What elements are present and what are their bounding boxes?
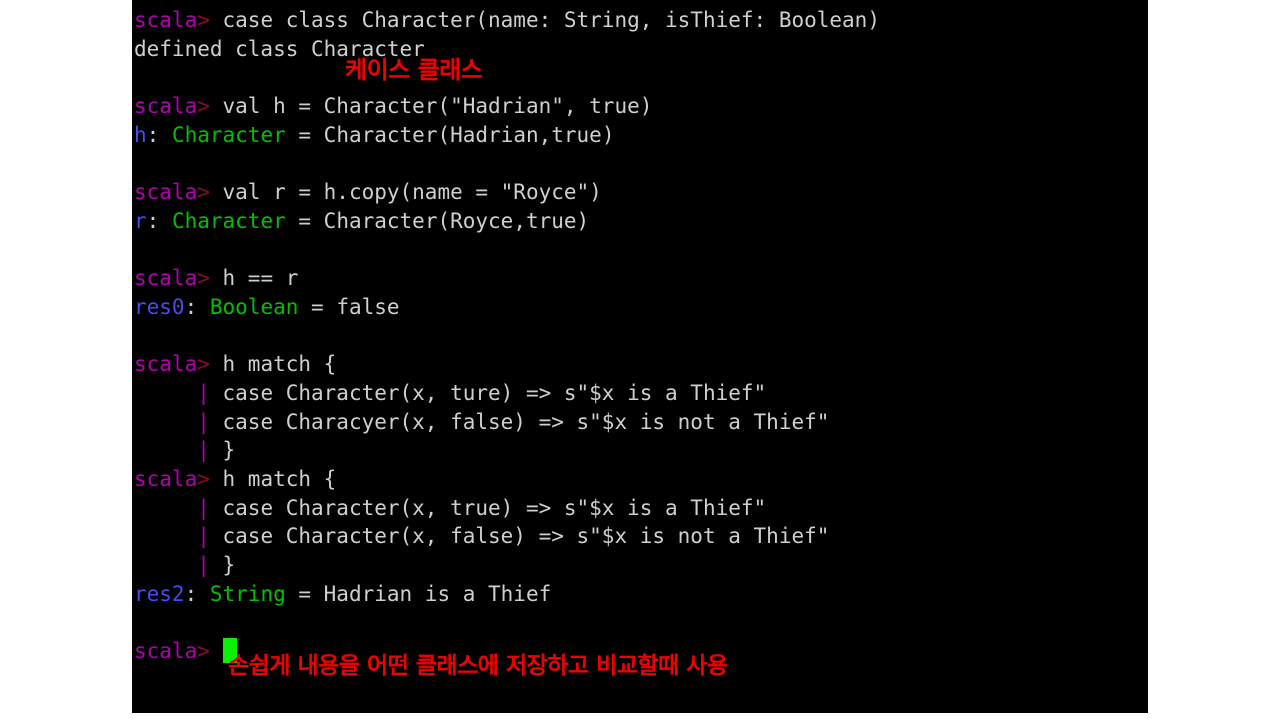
result-type: Boolean xyxy=(209,294,299,319)
terminal-line xyxy=(134,236,1144,265)
continuation-text: } xyxy=(209,553,236,578)
prompt-label: scala xyxy=(134,467,198,491)
prompt-arrow-icon: > xyxy=(197,266,210,291)
result-type: Character xyxy=(171,122,286,147)
terminal-line: | case Characyer(x, false) => s"$x is no… xyxy=(134,408,1144,437)
continuation-indent xyxy=(134,381,197,405)
result-colon: : xyxy=(184,581,210,606)
continuation-text: case Character(x, true) => s"$x is a Thi… xyxy=(209,495,767,520)
prompt-label: scala xyxy=(134,94,198,119)
continuation-pipe: | xyxy=(197,524,210,549)
continuation-pipe: | xyxy=(197,495,210,520)
terminal-line: scala> h match { xyxy=(134,465,1144,494)
continuation-indent xyxy=(134,496,197,520)
terminal-line: | case Character(x, true) => s"$x is a T… xyxy=(134,494,1144,523)
terminal-line: scala> h match { xyxy=(134,350,1144,379)
result-value: = Character(Royce,true) xyxy=(285,208,590,233)
continuation-text: case Characyer(x, false) => s"$x is not … xyxy=(209,409,830,434)
command-text: val h = Character("Hadrian", true) xyxy=(209,94,653,119)
prompt-label: scala xyxy=(134,639,198,664)
prompt-arrow-icon: > xyxy=(197,352,210,377)
continuation-pipe: | xyxy=(197,438,210,463)
prompt-arrow-icon: > xyxy=(197,467,210,491)
continuation-pipe: | xyxy=(197,553,210,578)
continuation-text: } xyxy=(209,438,236,463)
prompt-label: scala xyxy=(134,8,198,32)
prompt-label: scala xyxy=(134,266,198,291)
terminal-line: | case Character(x, ture) => s"$x is a T… xyxy=(134,379,1144,408)
terminal-line xyxy=(134,608,1144,637)
prompt-label: scala xyxy=(134,352,198,377)
result-colon: : xyxy=(146,208,172,233)
terminal-line: scala> h == r xyxy=(134,264,1144,293)
continuation-pipe: | xyxy=(197,380,210,405)
command-text: case class Character(name: String, isThi… xyxy=(209,8,880,32)
terminal-line: r: Character = Character(Royce,true) xyxy=(134,207,1144,236)
result-type: String xyxy=(209,581,286,606)
terminal-line: res2: String = Hadrian is a Thief xyxy=(134,580,1144,609)
result-colon: : xyxy=(184,294,210,319)
terminal-line: defined class Character xyxy=(134,35,1144,64)
terminal-line: scala> case class Character(name: String… xyxy=(134,6,1144,35)
result-colon: : xyxy=(146,122,172,147)
continuation-pipe: | xyxy=(197,409,210,434)
command-text: val r = h.copy(name = "Royce") xyxy=(209,180,602,205)
terminal-line: res0: Boolean = false xyxy=(134,293,1144,322)
command-text: h == r xyxy=(209,266,299,291)
terminal-line xyxy=(134,63,1144,92)
result-identifier: res2 xyxy=(134,581,185,606)
prompt-arrow-icon: > xyxy=(197,8,210,32)
prompt-arrow-icon: > xyxy=(197,94,210,119)
result-identifier: r xyxy=(134,208,147,233)
result-value: = Character(Hadrian,true) xyxy=(285,122,615,147)
screen-root: scala> case class Character(name: String… xyxy=(0,0,1280,720)
annotation-case-class: 케이스 클래스 xyxy=(345,56,483,84)
result-value: = false xyxy=(298,294,400,319)
command-text: h match { xyxy=(209,352,337,377)
terminal-line: | } xyxy=(134,436,1144,465)
prompt-label: scala xyxy=(134,180,198,205)
prompt-arrow-icon: > xyxy=(197,639,210,664)
result-type: Character xyxy=(171,208,286,233)
terminal-line: | } xyxy=(134,551,1144,580)
command-text xyxy=(210,639,223,663)
prompt-arrow-icon: > xyxy=(197,180,210,205)
scala-repl-terminal[interactable]: scala> case class Character(name: String… xyxy=(132,0,1148,713)
result-identifier: h xyxy=(134,122,147,147)
terminal-line: scala> val h = Character("Hadrian", true… xyxy=(134,92,1144,121)
terminal-line: scala> val r = h.copy(name = "Royce") xyxy=(134,178,1144,207)
continuation-indent xyxy=(134,438,197,462)
continuation-indent xyxy=(134,524,197,548)
annotation-usage-note: 손쉽게 내용을 어떤 클래스에 저장하고 비교할때 사용 xyxy=(228,653,728,679)
continuation-text: case Character(x, false) => s"$x is not … xyxy=(209,524,830,549)
continuation-indent xyxy=(134,553,197,577)
terminal-line xyxy=(134,149,1144,178)
continuation-text: case Character(x, ture) => s"$x is a Thi… xyxy=(209,380,767,405)
terminal-console-output: scala> case class Character(name: String… xyxy=(134,6,1144,666)
continuation-indent xyxy=(134,410,197,434)
terminal-line: h: Character = Character(Hadrian,true) xyxy=(134,121,1144,150)
command-text: h match { xyxy=(209,467,337,491)
terminal-line xyxy=(134,322,1144,351)
terminal-line: | case Character(x, false) => s"$x is no… xyxy=(134,522,1144,551)
result-identifier: res0 xyxy=(134,294,185,319)
result-value: = Hadrian is a Thief xyxy=(285,581,552,606)
